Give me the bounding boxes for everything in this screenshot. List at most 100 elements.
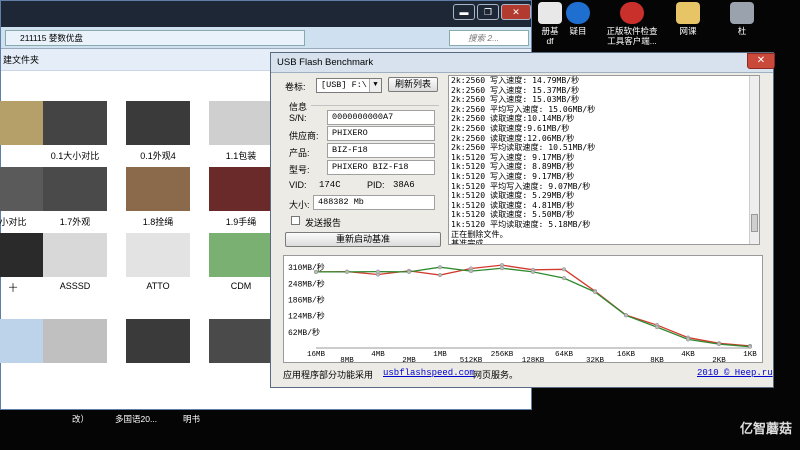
sn-label: S/N: [289,113,307,123]
log-line: 正在删除文件。 [451,228,508,239]
window-title: USB Flash Benchmark [277,57,374,68]
thumbnail-label: 小对比 [0,217,27,227]
pid-label: PID: [367,180,385,190]
size-value: 488382 Mb [318,197,364,207]
thumbnail-image[interactable] [0,233,45,277]
x-tick-label: 8KB [650,357,664,364]
close-button[interactable]: ✕ [747,53,775,69]
drive-select[interactable]: [USB] F:\ ▼ [316,78,382,93]
info-divider [311,105,439,106]
desktop-icon-label: 疑目 [569,26,587,36]
data-point [716,342,722,347]
refresh-list-button[interactable]: 刷新列表 [388,77,438,92]
y-tick-label: 62MB/秒 [288,327,320,338]
thumbnail-label: 1.8拴绳 [142,217,174,227]
thumbnail-image[interactable] [209,233,273,277]
series-line-0 [315,264,751,347]
desktop-icon-shu[interactable]: 疑目 [548,2,608,36]
vendor-field: PHIXERO [327,126,435,141]
breadcrumb[interactable]: 211115 婪数优盘 [5,30,305,46]
status-link[interactable]: usbflashspeed.com [383,368,475,378]
thumbnail-label: 0.1外观4 [140,151,176,161]
size-field: 488382 Mb [313,195,435,210]
app-icon [566,2,590,24]
data-point [530,269,536,274]
thumbnail-image[interactable] [43,319,107,363]
restart-benchmark-button[interactable]: 重新启动基准 [285,232,441,247]
file-icon [730,2,754,24]
size-label: 大小: [289,200,310,210]
x-tick-label: 8MB [340,357,354,364]
vendor-label: 供应商: [289,131,319,141]
thumbnail-image[interactable] [43,233,107,277]
breadcrumb-text: 211115 婪数优盘 [20,33,83,43]
data-point [654,325,660,330]
send-report-checkbox[interactable] [291,216,300,225]
search-placeholder: 搜索 2... [468,33,500,43]
thumbnail-image[interactable] [126,319,190,363]
close-button[interactable]: ✕ [501,4,531,20]
desktop-icon-label: 杜 [737,26,747,36]
data-point [437,265,443,270]
search-input[interactable]: 搜索 2... [449,30,529,46]
taskbar-item[interactable]: 明书 [183,413,200,425]
thumbnail-label: 1.1包装 [225,151,257,161]
new-folder-button[interactable]: 建文件夹 [3,55,39,65]
x-tick-label: 256KB [491,351,514,359]
data-point [468,269,474,274]
benchmark-titlebar: USB Flash Benchmark ✕ [271,53,775,73]
thumbnail-image[interactable] [209,167,273,211]
log-scroll-thumb[interactable] [751,214,758,232]
desktop-icon-du[interactable]: 杜 [712,2,772,36]
x-tick-label: 2KB [712,357,726,364]
taskbar-item[interactable]: 改） [72,413,89,425]
thumbnail-label: 0.1大小对比 [50,151,100,161]
copyright-link[interactable]: 2010 © Heep.ru [697,368,773,378]
thumbnail-image[interactable] [209,101,273,145]
x-tick-label: 64KB [555,351,574,359]
log-panel[interactable]: 2k:2560 写入速度: 14.79MB/秒 2k:2560 写入速度: 15.… [448,75,760,245]
vendor-value: PHIXERO [332,128,368,138]
folder-icon [676,2,700,24]
thumbnail-image[interactable] [126,233,190,277]
vid-label: VID: [289,180,307,190]
pid-value: 38A6 [393,180,415,190]
benchmark-window: USB Flash Benchmark ✕ 卷标: [USB] F:\ ▼ 刷新… [270,52,775,388]
desktop-icon-course[interactable]: 网课 [658,2,718,36]
explorer-titlebar: ▬ ❐ ✕ [1,1,531,27]
y-tick-label: 124MB/秒 [288,311,325,322]
x-tick-label: 512KB [460,357,483,364]
x-tick-label: 4MB [371,351,385,359]
maximize-button[interactable]: ❐ [477,4,499,20]
thumbnail-image[interactable] [209,319,273,363]
thumbnail-label: 1.7外观 [59,217,91,227]
minimize-button[interactable]: ▬ [453,4,475,20]
taskbar: 改） 多国语20... 明书 [0,413,400,427]
data-point [499,266,505,271]
product-value: BIZ-F18 [332,145,368,155]
x-tick-label: 4KB [681,351,695,359]
log-line: 基准完成。 [451,238,492,245]
log-scrollbar[interactable] [749,76,759,244]
chevron-down-icon: ▼ [369,79,381,92]
model-value: PHIXERO BIZ-F18 [332,162,409,172]
thumbnail-image[interactable] [0,319,45,363]
thumbnail-image[interactable] [0,101,45,145]
data-point [561,276,567,281]
thumbnail-image[interactable] [126,167,190,211]
data-point [406,269,412,274]
thumbnail-image[interactable] [43,167,107,211]
x-tick-label: 2MB [402,357,416,364]
x-tick-label: 128KB [522,357,545,364]
thumbnail-image[interactable] [43,101,107,145]
thumbnail-image[interactable] [0,167,45,211]
sn-value: 0000000000A7 [332,112,394,122]
taskbar-item[interactable]: 多国语20... [115,413,157,425]
data-point [685,337,691,342]
x-tick-label: 1KB [743,351,757,359]
data-point [437,272,443,278]
address-bar: 211115 婪数优盘 搜索 2... [1,27,531,49]
thumbnail-image[interactable] [126,101,190,145]
status-tail: 网页服务。 [473,370,519,380]
desktop-icon-checker[interactable]: 正版软件检查 工具客户端... [602,2,662,46]
